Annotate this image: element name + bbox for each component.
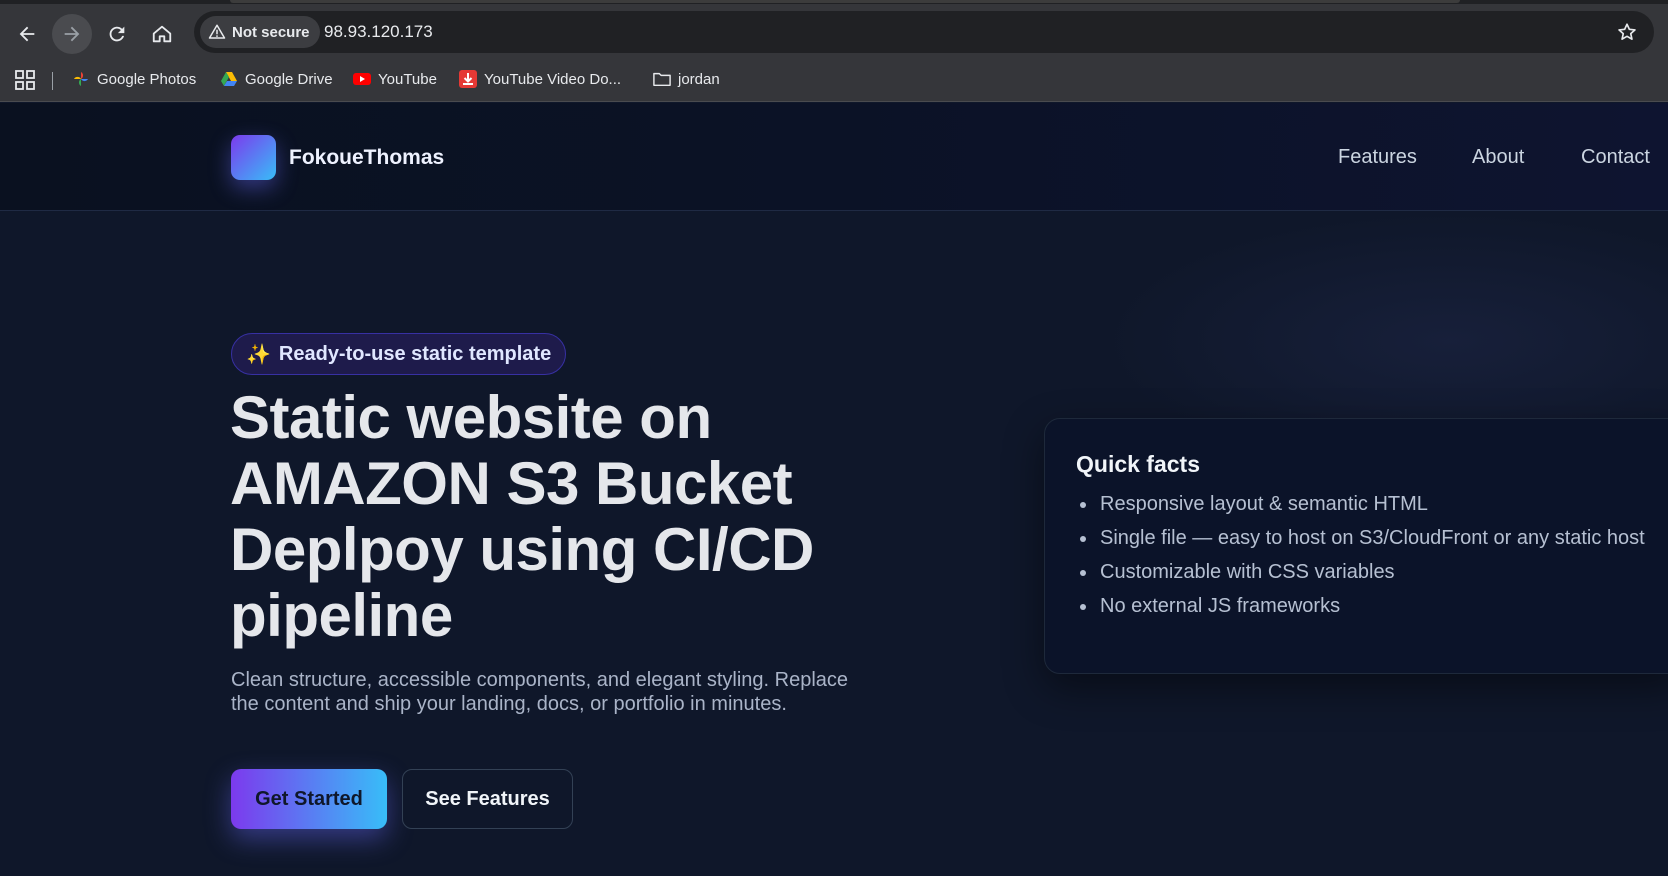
list-item: No external JS frameworks: [1098, 589, 1668, 623]
sparkles-icon: ✨: [246, 343, 271, 366]
bookmark-label: YouTube: [378, 70, 437, 88]
get-started-button[interactable]: Get Started: [231, 769, 387, 829]
apps-grid-icon[interactable]: [15, 70, 35, 90]
quick-facts-card: Quick facts Responsive layout & semantic…: [1044, 418, 1668, 674]
list-item: Responsive layout & semantic HTML: [1098, 487, 1668, 521]
bookmark-youtube[interactable]: YouTube: [353, 68, 437, 90]
web-page: FokoueThomas Features About Contact ✨ Re…: [0, 103, 1668, 876]
hero-title-line: Deplpoy using CI/CD: [230, 516, 814, 583]
reload-button[interactable]: [97, 14, 137, 54]
list-item: Customizable with CSS variables: [1098, 555, 1668, 589]
back-button[interactable]: [7, 14, 47, 54]
bookmark-google-drive[interactable]: Google Drive: [220, 68, 333, 90]
home-icon: [152, 25, 172, 43]
nav-link-features[interactable]: Features: [1338, 146, 1417, 169]
bookmarks-bar: Google Photos Google Drive YouTube YouTu…: [0, 58, 1668, 102]
bookmark-youtube-video-downloader[interactable]: YouTube Video Do...: [459, 68, 621, 90]
google-photos-icon: [74, 72, 88, 86]
quick-facts-list: Responsive layout & semantic HTML Single…: [1098, 487, 1668, 623]
url-text[interactable]: 98.93.120.173: [324, 22, 433, 42]
bookmark-label: jordan: [678, 70, 720, 88]
nav-link-contact[interactable]: Contact: [1581, 146, 1650, 169]
youtube-icon: [353, 73, 371, 85]
reload-icon: [109, 26, 125, 42]
bookmark-folder-jordan[interactable]: jordan: [653, 68, 720, 90]
bookmark-label: Google Drive: [245, 70, 333, 88]
logo-icon[interactable]: [231, 135, 276, 180]
see-features-button[interactable]: See Features: [402, 769, 573, 829]
security-label: Not secure: [232, 23, 310, 41]
google-drive-icon: [221, 72, 237, 86]
hero-subtitle: Clean structure, accessible components, …: [231, 669, 849, 715]
bookmark-google-photos[interactable]: Google Photos: [72, 68, 196, 90]
warning-icon: [208, 24, 226, 39]
star-icon[interactable]: [1616, 21, 1638, 43]
address-bar[interactable]: Not secure 98.93.120.173: [194, 11, 1654, 53]
brand-name[interactable]: FokoueThomas: [289, 146, 444, 170]
hero-title-line: Static website on: [230, 384, 712, 451]
security-chip[interactable]: Not secure: [200, 16, 320, 48]
hero-title: Static website on AMAZON S3 Bucket Deplp…: [230, 385, 870, 649]
browser-toolbar: Not secure 98.93.120.173: [0, 4, 1668, 58]
bookmark-label: YouTube Video Do...: [484, 70, 622, 88]
folder-icon: [653, 72, 671, 87]
forward-button[interactable]: [52, 14, 92, 54]
hero-title-line: pipeline: [230, 582, 453, 649]
quick-facts-title: Quick facts: [1076, 451, 1200, 477]
bookmark-label: Google Photos: [97, 70, 197, 88]
list-item: Single file — easy to host on S3/CloudFr…: [1098, 521, 1668, 555]
bookmarks-separator: [52, 72, 53, 90]
arrow-right-icon: [64, 26, 80, 42]
download-icon: [459, 70, 477, 88]
template-badge: ✨ Ready-to-use static template: [231, 333, 567, 375]
badge-text: Ready-to-use static template: [278, 342, 552, 365]
nav-link-about[interactable]: About: [1472, 146, 1524, 169]
site-header: FokoueThomas Features About Contact: [0, 103, 1668, 211]
home-button[interactable]: [142, 14, 182, 54]
arrow-left-icon: [19, 26, 35, 42]
hero-title-line: AMAZON S3 Bucket: [230, 450, 793, 517]
